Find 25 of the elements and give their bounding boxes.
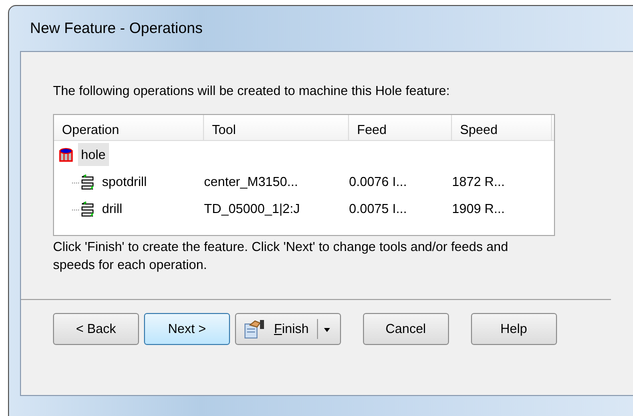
tree-item[interactable]: drill	[102, 198, 122, 218]
cylinder-icon	[58, 146, 74, 162]
table-cell-text: TD_05000_1|2:J	[203, 200, 301, 218]
column-header: Feed	[349, 115, 452, 140]
dialog-button[interactable]: Cancel	[362, 313, 449, 345]
window-title: New Feature - Operations	[29, 19, 204, 39]
column-header: Tool	[204, 115, 349, 140]
table-cell-text: center_M3150...	[203, 172, 299, 191]
button-label: Finish	[274, 319, 318, 339]
dialog-button[interactable]: Help	[470, 313, 557, 345]
hint-text: Click 'Finish' to create the feature. Click 'Next' to change tools and/or feeds and speeds for each operation.	[53, 238, 510, 274]
tree-item[interactable]: hole	[78, 142, 109, 166]
table-cell-text: 0.0076 I...	[348, 172, 408, 191]
column-header: Operation	[54, 115, 204, 140]
table-cell-text: 1909 R...	[451, 200, 506, 218]
table-cell-text: 1872 R...	[451, 172, 506, 191]
dialog-button[interactable]: Next >	[144, 313, 230, 345]
column-header: Speed	[452, 115, 552, 140]
dialog-button[interactable]: Finish	[235, 313, 341, 345]
caret-icon	[322, 325, 332, 333]
dialog-button[interactable]: < Back	[53, 313, 139, 345]
clipboard-hand-icon	[244, 319, 266, 339]
intro-text: The following operations will be created to machine this Hole feature:	[53, 82, 451, 100]
tree-item[interactable]: spotdrill	[102, 172, 147, 192]
table-cell-text: 0.0075 I...	[348, 200, 408, 218]
